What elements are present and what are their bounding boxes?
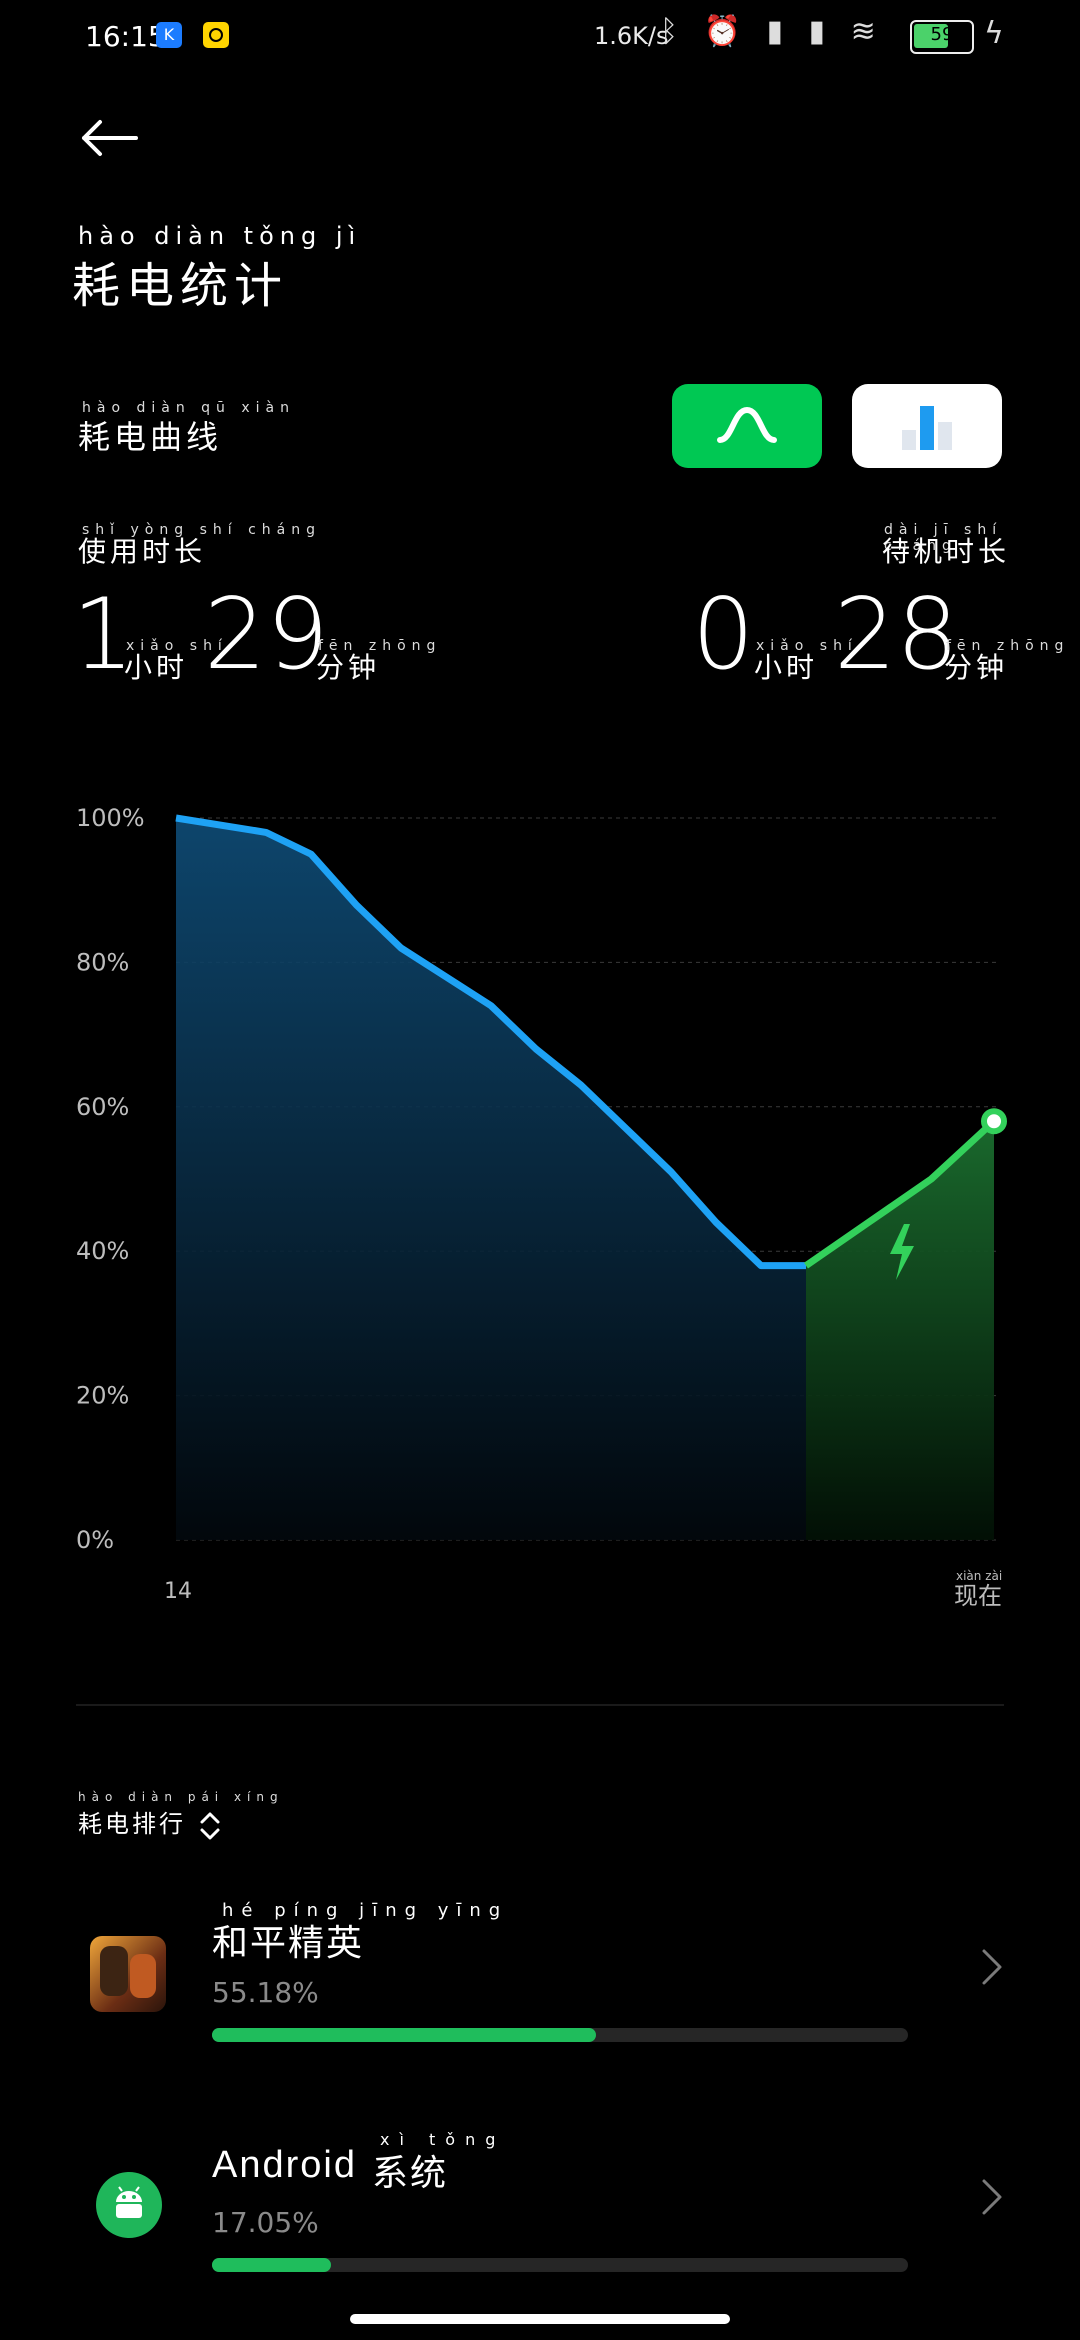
battery-chart: 100% 80% 60% 40% 20% 0% 14 xiàn zài 现在 <box>0 780 1080 1640</box>
usage-bar <box>212 2258 908 2272</box>
signal-icon: ▮ <box>808 14 834 49</box>
app-percent: 17.05% <box>212 2206 319 2239</box>
page-title: 耗电统计 <box>72 258 289 314</box>
chevron-right-icon <box>980 2170 1004 2230</box>
sort-icon <box>199 1809 221 1847</box>
bar-view-toggle[interactable] <box>852 384 1002 468</box>
hour-unit: 小时 <box>754 651 819 684</box>
status-time: 16:15 <box>85 20 166 53</box>
battery-icon: 59 <box>910 20 974 54</box>
y-tick-label: 20% <box>76 1382 129 1410</box>
app-name-prefix: Android <box>212 2144 357 2186</box>
app-name: 系统 <box>372 2153 449 2194</box>
signal-icon: ▮ <box>766 14 791 49</box>
standby-hours: 0 <box>692 578 755 692</box>
status-bar: 16:15 K 1.6K/s ᛒ ⏰ ▮ ▮ ≋ 59 ϟ <box>0 0 1080 70</box>
usage-label: 使用时长 <box>78 535 207 568</box>
app-name: 和平精英 <box>212 1923 365 1964</box>
ranking-sort-toggle[interactable]: hào diàn pái xíng 耗电排行 <box>78 1790 284 1847</box>
y-tick-label: 100% <box>76 804 145 832</box>
y-tick-label: 40% <box>76 1237 129 1265</box>
battery-level: 59 <box>930 24 954 45</box>
app-percent: 55.18% <box>212 1976 319 2009</box>
minute-unit: 分钟 <box>944 651 1009 684</box>
minute-unit: 分钟 <box>316 651 381 684</box>
y-tick-label: 0% <box>76 1526 114 1554</box>
net-speed: 1.6K/s <box>594 22 669 50</box>
curve-icon <box>717 406 777 443</box>
wifi-icon: ≋ <box>850 14 884 49</box>
curve-label: 耗电曲线 <box>78 418 223 456</box>
discharge-area <box>176 818 806 1540</box>
current-point <box>981 1108 1007 1135</box>
section-divider <box>76 1704 1004 1706</box>
game-icon <box>90 1936 166 2012</box>
x-end-label-pinyin: xiàn zài <box>956 1569 1002 1583</box>
ranking-item[interactable]: hé píng jīng yīng 和平精英 55.18% <box>0 1890 1080 2090</box>
y-tick-label: 80% <box>76 948 129 976</box>
status-icons: ᛒ ⏰ ▮ ▮ ≋ <box>660 14 884 49</box>
battery-chart-svg: 100% 80% 60% 40% 20% 0% 14 xiàn zài现在 <box>76 804 1007 1610</box>
home-indicator[interactable] <box>350 2314 730 2324</box>
android-icon <box>96 2172 162 2238</box>
curve-view-toggle[interactable] <box>672 384 822 468</box>
bluetooth-icon: ᛒ <box>660 14 686 49</box>
back-button[interactable] <box>80 118 140 158</box>
usage-bar-fill <box>212 2258 331 2272</box>
x-end-label: 现在 <box>954 1582 1002 1610</box>
app-notification-icon <box>203 22 229 48</box>
alarm-icon: ⏰ <box>703 14 749 49</box>
charge-area <box>806 1121 994 1540</box>
standby-label: 待机时长 <box>882 535 1011 568</box>
hour-unit: 小时 <box>124 651 189 684</box>
y-tick-label: 60% <box>76 1093 129 1121</box>
x-start-label: 14 <box>164 1579 192 1604</box>
ranking-title-pinyin: hào diàn pái xíng <box>78 1790 284 1804</box>
ranking-item[interactable]: Android xì tǒng 系统 17.05% <box>0 2120 1080 2310</box>
usage-bar-fill <box>212 2028 597 2042</box>
app-notification-icon: K <box>156 22 182 48</box>
charging-bolt-icon: ϟ <box>984 16 1004 51</box>
standby-minutes: 28 <box>834 578 959 692</box>
usage-minutes: 29 <box>204 578 329 692</box>
ranking-title: 耗电排行 <box>78 1810 186 1838</box>
chevron-right-icon <box>980 1940 1004 2000</box>
bar-chart-icon <box>902 406 952 450</box>
usage-bar <box>212 2028 908 2042</box>
